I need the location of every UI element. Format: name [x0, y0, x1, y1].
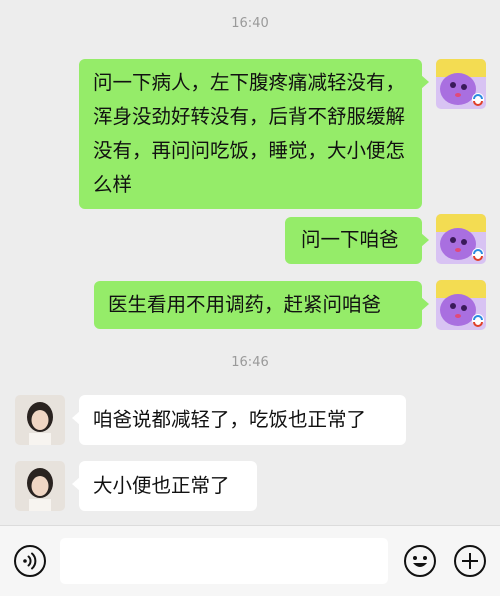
- message-input[interactable]: [60, 538, 388, 584]
- timestamp: 16:46: [231, 355, 269, 370]
- avatar-self-image: [436, 214, 486, 264]
- avatar-contact-image: [15, 395, 65, 445]
- emoji-icon[interactable]: [402, 543, 438, 579]
- message-bubble-outgoing[interactable]: 问一下咱爸: [285, 217, 429, 264]
- message-text: 医生看用不用调药，赶紧问咱爸: [108, 293, 382, 316]
- message-text: 问一下咱爸: [301, 228, 399, 251]
- message-text: 大小便也正常了: [93, 474, 230, 497]
- avatar-self-image: [436, 59, 486, 109]
- message-bubble-incoming[interactable]: 大小便也正常了: [72, 461, 257, 511]
- message-bubble-outgoing[interactable]: 问一下病人，左下腹疼痛减轻没有，浑身没劲好转没有，后背不舒服缓解没有，再问问吃饭…: [79, 59, 429, 209]
- message-text: 问一下病人，左下腹疼痛减轻没有，浑身没劲好转没有，后背不舒服缓解没有，再问问吃饭…: [93, 71, 406, 196]
- avatar-self[interactable]: [436, 59, 486, 109]
- voice-icon[interactable]: [12, 543, 48, 579]
- plus-icon[interactable]: [452, 543, 488, 579]
- input-bar: [0, 525, 500, 596]
- message-bubble-incoming[interactable]: 咱爸说都减轻了，吃饭也正常了: [72, 395, 406, 445]
- avatar-self[interactable]: [436, 280, 486, 330]
- timestamp: 16:40: [231, 16, 269, 31]
- avatar-self-image: [436, 280, 486, 330]
- avatar-contact-image: [15, 461, 65, 511]
- avatar-contact[interactable]: [15, 461, 65, 511]
- message-text: 咱爸说都减轻了，吃饭也正常了: [93, 408, 367, 431]
- avatar-self[interactable]: [436, 214, 486, 264]
- avatar-contact[interactable]: [15, 395, 65, 445]
- message-bubble-outgoing[interactable]: 医生看用不用调药，赶紧问咱爸: [94, 281, 429, 329]
